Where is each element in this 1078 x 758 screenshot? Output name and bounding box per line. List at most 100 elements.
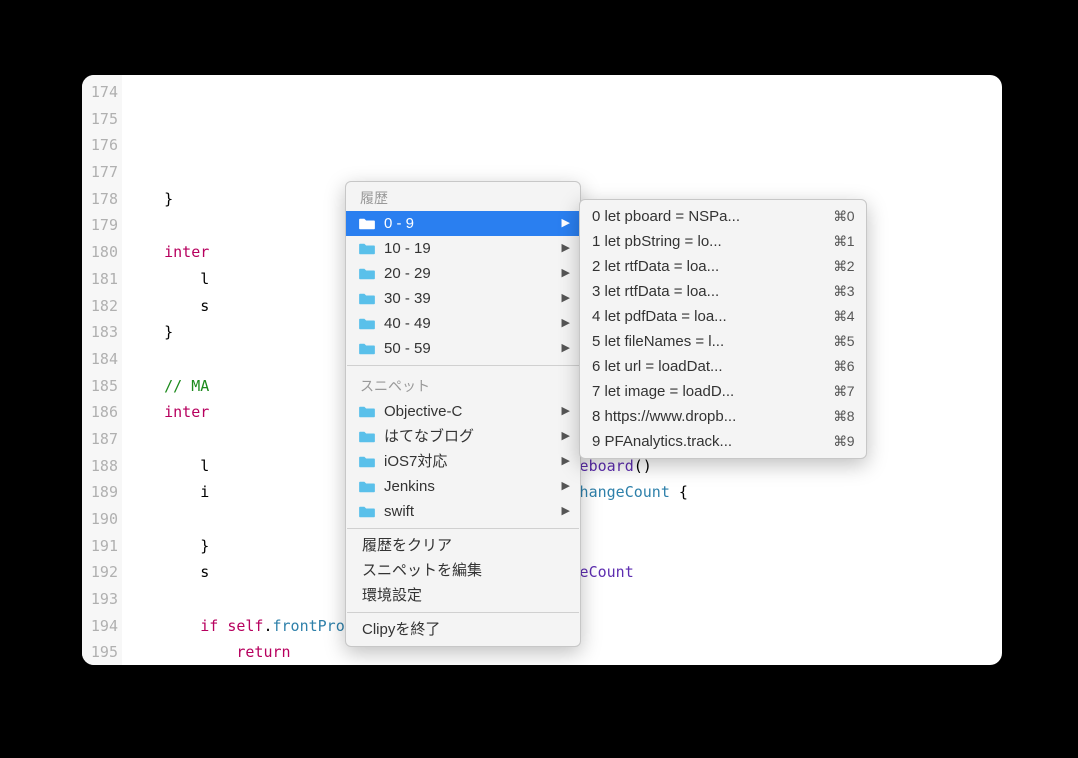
clipboard-history-item[interactable]: 1 let pbString = lo...⌘1 <box>580 229 866 254</box>
editor-window: 1741751761771781791801811821831841851861… <box>82 75 1002 665</box>
code-token: l <box>128 270 209 288</box>
keyboard-shortcut: ⌘8 <box>833 404 854 429</box>
line-number: 191 <box>82 533 122 560</box>
clipboard-history-item[interactable]: 8 https://www.dropb... ⌘8 <box>580 404 866 429</box>
code-token: // MA <box>164 377 209 395</box>
code-token: if <box>200 617 218 635</box>
menu-item-label: swift <box>384 499 414 524</box>
submenu-arrow-icon: ▶ <box>562 261 570 286</box>
snippet-folder-item[interactable]: Jenkins▶ <box>346 474 580 499</box>
snippet-folder-item[interactable]: はてなブログ▶ <box>346 424 580 449</box>
code-token: } <box>128 537 209 555</box>
code-token <box>218 617 227 635</box>
submenu-arrow-icon: ▶ <box>562 449 570 474</box>
history-item-label: 4 let pdfData = loa... <box>592 304 727 329</box>
history-range-item[interactable]: 30 - 39▶ <box>346 286 580 311</box>
menu-action-item[interactable]: 環境設定 <box>346 583 580 608</box>
menu-item-label: 20 - 29 <box>384 261 431 286</box>
menu-item-label: 環境設定 <box>362 583 422 608</box>
keyboard-shortcut: ⌘1 <box>833 229 854 254</box>
line-number: 187 <box>82 426 122 453</box>
history-range-item[interactable]: 0 - 9▶ <box>346 211 580 236</box>
folder-icon <box>358 217 376 231</box>
code-token: . <box>263 617 272 635</box>
keyboard-shortcut: ⌘4 <box>833 304 854 329</box>
menu-item-label: 10 - 19 <box>384 236 431 261</box>
history-item-label: 0 let pboard = NSPa... <box>592 204 740 229</box>
line-number: 174 <box>82 79 122 106</box>
line-number: 185 <box>82 373 122 400</box>
submenu-arrow-icon: ▶ <box>562 336 570 361</box>
line-number: 179 <box>82 212 122 239</box>
line-number: 184 <box>82 346 122 373</box>
line-number: 180 <box>82 239 122 266</box>
menu-action-item[interactable]: 履歴をクリア <box>346 533 580 558</box>
history-item-label: 7 let image = loadD... <box>592 379 734 404</box>
code-token <box>128 643 236 661</box>
clipboard-history-item[interactable]: 0 let pboard = NSPa...⌘0 <box>580 204 866 229</box>
clipboard-history-item[interactable]: 4 let pdfData = loa... ⌘4 <box>580 304 866 329</box>
folder-icon <box>358 480 376 494</box>
code-line[interactable] <box>122 106 1002 133</box>
submenu-arrow-icon: ▶ <box>562 286 570 311</box>
history-range-item[interactable]: 40 - 49▶ <box>346 311 580 336</box>
submenu-arrow-icon: ▶ <box>562 399 570 424</box>
code-token: inter <box>164 243 209 261</box>
menu-item-label: スニペットを編集 <box>362 558 482 583</box>
submenu-arrow-icon: ▶ <box>562 499 570 524</box>
code-token <box>128 243 164 261</box>
history-section-title: 履歴 <box>346 182 580 211</box>
line-number: 177 <box>82 159 122 186</box>
line-number: 178 <box>82 186 122 213</box>
folder-icon <box>358 505 376 519</box>
snippet-section-title: スニペット <box>346 370 580 399</box>
line-number: 189 <box>82 479 122 506</box>
menu-item-label: 履歴をクリア <box>362 533 452 558</box>
menu-item-label: iOS7対応 <box>384 449 447 474</box>
line-number: 182 <box>82 293 122 320</box>
history-item-label: 6 let url = loadDat... <box>592 354 723 379</box>
code-token: l <box>128 457 372 475</box>
clipboard-history-item[interactable]: 9 PFAnalytics.track...⌘9 <box>580 429 866 454</box>
line-number-gutter: 1741751761771781791801811821831841851861… <box>82 75 122 665</box>
keyboard-shortcut: ⌘3 <box>833 279 854 304</box>
clipboard-history-item[interactable]: 3 let rtfData = loa...⌘3 <box>580 279 866 304</box>
line-number: 194 <box>82 613 122 640</box>
menu-action-item[interactable]: スニペットを編集 <box>346 558 580 583</box>
code-token: s <box>128 297 209 315</box>
keyboard-shortcut: ⌘5 <box>833 329 854 354</box>
clipboard-history-item[interactable]: 6 let url = loadDat...⌘6 <box>580 354 866 379</box>
history-item-label: 8 https://www.dropb... <box>592 404 736 429</box>
menu-separator <box>347 365 579 366</box>
clipboard-history-item[interactable]: 2 let rtfData = loa... ⌘2 <box>580 254 866 279</box>
snippet-folder-item[interactable]: Objective-C▶ <box>346 399 580 424</box>
quit-clipy-item[interactable]: Clipyを終了 <box>346 617 580 642</box>
code-line[interactable] <box>122 79 1002 106</box>
keyboard-shortcut: ⌘7 <box>833 379 854 404</box>
history-item-label: 2 let rtfData = loa... <box>592 254 719 279</box>
clipboard-history-item[interactable]: 7 let image = loadD... ⌘7 <box>580 379 866 404</box>
snippet-folder-item[interactable]: swift ▶ <box>346 499 580 524</box>
folder-icon <box>358 342 376 356</box>
code-token: { <box>670 483 688 501</box>
quit-label: Clipyを終了 <box>362 617 440 642</box>
line-number: 181 <box>82 266 122 293</box>
code-line[interactable] <box>122 132 1002 159</box>
line-number: 176 <box>82 132 122 159</box>
snippet-folder-item[interactable]: iOS7対応 ▶ <box>346 449 580 474</box>
history-range-item[interactable]: 20 - 29 ▶ <box>346 261 580 286</box>
history-item-label: 9 PFAnalytics.track... <box>592 429 732 454</box>
keyboard-shortcut: ⌘2 <box>833 254 854 279</box>
code-token: } <box>128 323 173 341</box>
code-token: inter <box>164 403 209 421</box>
line-number: 186 <box>82 399 122 426</box>
line-number: 183 <box>82 319 122 346</box>
menu-separator <box>347 612 579 613</box>
history-range-item[interactable]: 50 - 59▶ <box>346 336 580 361</box>
submenu-arrow-icon: ▶ <box>562 311 570 336</box>
menu-item-label: Jenkins <box>384 474 435 499</box>
code-token: } <box>128 190 173 208</box>
history-range-item[interactable]: 10 - 19▶ <box>346 236 580 261</box>
folder-icon <box>358 405 376 419</box>
clipboard-history-item[interactable]: 5 let fileNames = l...⌘5 <box>580 329 866 354</box>
